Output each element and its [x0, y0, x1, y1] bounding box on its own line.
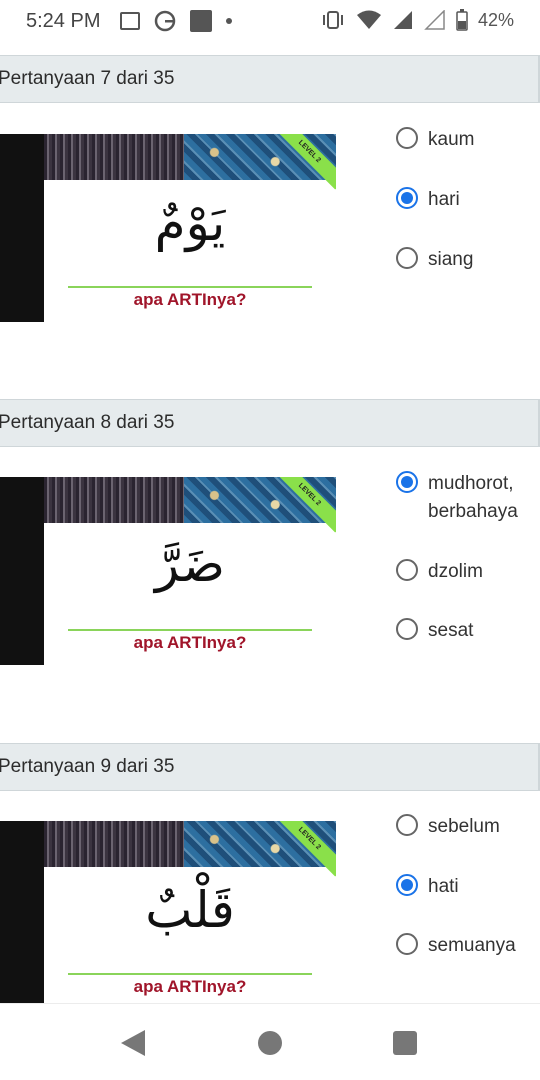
- question-title: Pertanyaan 9 dari 35: [0, 756, 175, 777]
- card-banner: LEVEL 2: [44, 134, 336, 190]
- battery-icon: [456, 9, 468, 31]
- card-caption: apa ARTInya?: [133, 633, 247, 652]
- option-label: dzolim: [428, 561, 483, 582]
- card-divider: [68, 973, 312, 975]
- question-header: Pertanyaan 7 dari 35: [0, 55, 540, 103]
- signal-empty-icon: [424, 10, 445, 30]
- question-header: Pertanyaan 9 dari 35: [0, 743, 540, 791]
- radio-button[interactable]: [396, 127, 418, 149]
- back-icon[interactable]: [121, 1030, 145, 1056]
- card-sidebar: [0, 821, 44, 1009]
- option-label: sesat: [428, 620, 474, 641]
- radio-button[interactable]: [396, 247, 418, 269]
- battery-percent: 42%: [477, 9, 514, 30]
- radio-button-checked[interactable]: [396, 874, 418, 896]
- option-label: siang: [428, 249, 474, 270]
- option-label: semuanya: [428, 935, 516, 956]
- card-sidebar: [0, 477, 44, 665]
- question-image: LEVEL 2 ضَرَّ apa ARTInya?: [0, 477, 336, 665]
- option-label: kaum: [428, 129, 475, 150]
- option-kaum[interactable]: kaum: [396, 127, 474, 154]
- option-label: sebelum: [428, 816, 500, 837]
- more-notifications-icon: [226, 18, 232, 24]
- status-bar: 5:24 PM 42%: [0, 0, 540, 46]
- arabic-word: ضَرَّ: [154, 535, 226, 593]
- card-caption: apa ARTInya?: [133, 977, 247, 996]
- card-banner: LEVEL 2: [44, 477, 336, 533]
- option-siang[interactable]: siang: [396, 247, 473, 274]
- g-app-icon: [154, 10, 176, 32]
- recent-apps-icon[interactable]: [393, 1031, 417, 1055]
- arabic-word: يَوْمٌ: [154, 194, 226, 252]
- card-divider: [68, 286, 312, 288]
- navigation-bar: [0, 1003, 540, 1080]
- question-image: LEVEL 2 يَوْمٌ apa ARTInya?: [0, 134, 336, 322]
- home-icon[interactable]: [258, 1031, 282, 1055]
- system-icons: 42%: [320, 9, 514, 31]
- radio-button[interactable]: [396, 933, 418, 955]
- option-label: hati: [428, 876, 459, 897]
- question-title: Pertanyaan 7 dari 35: [0, 68, 175, 89]
- option-dzolim[interactable]: dzolim: [396, 559, 483, 586]
- option-semuanya[interactable]: semuanya: [396, 933, 516, 960]
- signal-icon: [393, 11, 412, 29]
- radio-button[interactable]: [396, 559, 418, 581]
- card-banner: LEVEL 2: [44, 821, 336, 877]
- option-label: mudhorot, berbahaya: [428, 473, 518, 522]
- option-hari[interactable]: hari: [396, 187, 460, 214]
- card-sidebar: [0, 134, 44, 322]
- status-time: 5:24 PM: [26, 10, 101, 32]
- question-title: Pertanyaan 8 dari 35: [0, 412, 175, 433]
- option-mudhorot-berbahaya[interactable]: mudhorot, berbahaya: [396, 471, 540, 526]
- card-divider: [68, 629, 312, 631]
- question-header: Pertanyaan 8 dari 35: [0, 399, 540, 447]
- app-square-icon: [190, 10, 212, 32]
- arabic-word: قَلْبٌ: [145, 881, 235, 939]
- option-sesat[interactable]: sesat: [396, 618, 473, 645]
- option-hati[interactable]: hati: [396, 874, 459, 901]
- card-caption: apa ARTInya?: [133, 290, 247, 309]
- radio-button-checked[interactable]: [396, 187, 418, 209]
- question-image: LEVEL 2 قَلْبٌ apa ARTInya?: [0, 821, 336, 1009]
- option-label: hari: [428, 189, 460, 210]
- radio-button[interactable]: [396, 618, 418, 640]
- radio-button[interactable]: [396, 814, 418, 836]
- gallery-icon: [120, 12, 140, 30]
- wifi-icon: [356, 10, 381, 29]
- vibrate-icon: [322, 11, 343, 29]
- notification-icons: [120, 10, 232, 32]
- option-sebelum[interactable]: sebelum: [396, 814, 500, 841]
